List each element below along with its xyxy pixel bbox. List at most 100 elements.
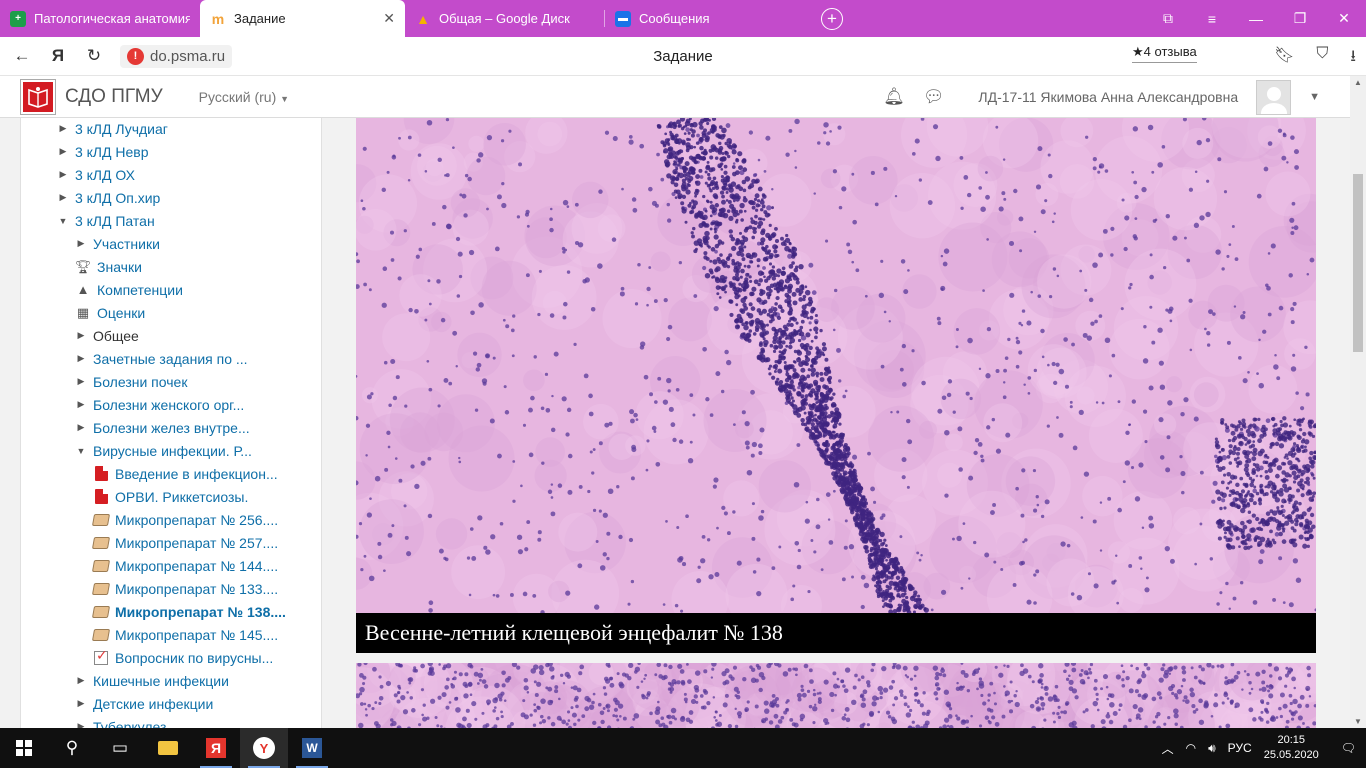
yandex-app-icon[interactable]: Я [192, 728, 240, 768]
notifications-bell-icon[interactable]: 🔔︎ [883, 87, 905, 107]
task-view-icon[interactable]: ▭ [96, 728, 144, 768]
windows-taskbar: ⚲ ▭ Я Y W ︿ ◠ 🔊︎ РУС 20:15 25.05.2020 🗨︎ [0, 728, 1366, 768]
navigation-block: ▶ 3 кЛД Лучдиаг ▶ 3 кЛД Невр ▶ 3 кЛД ОХ ▶ 3 кЛД… [20, 118, 322, 728]
expand-triangle-icon: ▶ [77, 238, 85, 248]
nav-item-label: Зачетные задания по ... [93, 350, 248, 367]
nav-item[interactable]: ▲ Компетенции [75, 278, 183, 301]
nav-item[interactable]: ОРВИ. Риккетсиозы. [93, 485, 248, 508]
protect-icon[interactable]: ⛉ [1316, 45, 1328, 72]
minimize-button[interactable]: — [1234, 11, 1278, 27]
nav-item-label: Микропрепарат № 256.... [115, 511, 279, 528]
nav-item[interactable]: Микропрепарат № 145.... [91, 623, 278, 646]
nav-item-label: Вопросник по вирусны... [115, 649, 274, 666]
yandex-browser-icon[interactable]: Y [240, 728, 288, 768]
system-tray: ︿ ◠ 🔊︎ РУС 20:15 25.05.2020 🗨︎ [1162, 728, 1366, 768]
file-explorer-icon[interactable] [144, 728, 192, 768]
messages-icon[interactable]: 💬︎ [923, 87, 945, 107]
user-menu-chevron-icon[interactable]: ▼ [1309, 91, 1320, 103]
site-logo[interactable] [21, 79, 55, 114]
site-name[interactable]: СДО ПГМУ [65, 86, 163, 108]
restore-button[interactable]: ❐ [1278, 10, 1322, 27]
nav-item-label: ОРВИ. Риккетсиозы. [115, 488, 249, 505]
nav-item[interactable]: ▼ Вирусные инфекции. Р... [75, 439, 252, 462]
nav-item[interactable]: ▶ Болезни желез внутре... [75, 416, 250, 439]
search-icon[interactable]: ⚲ [48, 728, 96, 768]
download-icon[interactable]: ⭳ [1350, 45, 1356, 72]
lesson-icon [91, 581, 111, 597]
start-windows-icon[interactable] [0, 728, 48, 768]
browser-tab[interactable]: ▬ Сообщения [605, 0, 805, 37]
nav-item[interactable]: ▶ 3 кЛД ОХ [57, 163, 135, 186]
address-bar: ← Я ↻ ! do.psma.ru Задание ★4 отзыва 🔖︎ … [0, 37, 1366, 76]
expand-triangle-icon: ▶ [77, 330, 85, 340]
url-field[interactable]: ! do.psma.ru [120, 44, 233, 68]
nav-item[interactable]: ▼ 3 кЛД Патан [57, 209, 155, 232]
menu-icon[interactable]: ≡ [1190, 11, 1234, 27]
expand-triangle-icon: ▶ [77, 721, 85, 728]
scroll-up-arrow-icon[interactable]: ▲ [1350, 78, 1366, 87]
nav-item-label: 3 кЛД Лучдиаг [75, 120, 168, 137]
network-icon[interactable]: ◠ [1186, 741, 1196, 755]
nav-item[interactable]: Микропрепарат № 144.... [91, 554, 278, 577]
clock[interactable]: 20:15 25.05.2020 [1264, 733, 1319, 763]
nav-item[interactable]: Микропрепарат № 257.... [91, 531, 279, 554]
nav-item[interactable]: Вопросник по вирусны... [93, 646, 273, 669]
nav-item-label: Оценки [97, 304, 146, 321]
show-hidden-icons-chevron-icon[interactable]: ︿ [1162, 740, 1174, 757]
yandex-logo-icon[interactable]: Я [40, 46, 76, 66]
input-language[interactable]: РУС [1228, 741, 1252, 755]
browser-tab[interactable]: + Патологическая анатомия [0, 0, 200, 37]
bookmark-icon[interactable]: 🔖︎ [1274, 45, 1294, 72]
chevron-down-icon: ▼ [280, 93, 290, 104]
close-window-button[interactable]: ✕ [1322, 10, 1366, 27]
nav-item[interactable]: Микропрепарат № 138.... [91, 600, 286, 623]
back-button[interactable]: ← [4, 46, 40, 66]
nav-item[interactable]: 🏆︎ Значки [75, 255, 142, 278]
nav-item[interactable]: ▶ 3 кЛД Лучдиаг [57, 118, 168, 140]
reload-button[interactable]: ↻ [76, 46, 112, 66]
notifications-icon[interactable]: 🗨︎ [1341, 741, 1356, 755]
tab-title: Патологическая анатомия [34, 11, 190, 26]
reviews-link[interactable]: ★4 отзыва [1132, 44, 1197, 63]
nav-item-label: Микропрепарат № 133.... [115, 580, 279, 597]
browser-tab-strip: + Патологическая анатомия m Задание ✕ ▲ Общая … [0, 0, 1366, 37]
word-app-icon[interactable]: W [288, 728, 336, 768]
security-warning-icon[interactable]: ! [127, 47, 144, 65]
nav-item[interactable]: Микропрепарат № 256.... [91, 508, 279, 531]
nav-item[interactable]: ▶ Кишечные инфекции [75, 669, 229, 692]
scrollbar-thumb[interactable] [1353, 174, 1363, 352]
browser-tab[interactable]: ▲ Общая – Google Диск [405, 0, 605, 37]
nav-item[interactable]: ▶ Болезни почек [75, 370, 188, 393]
new-tab-button[interactable]: + [821, 8, 843, 30]
page-scrollbar[interactable]: ▲ ▼ [1350, 76, 1366, 728]
avatar[interactable] [1256, 79, 1292, 115]
language-menu[interactable]: Русский (ru) ▼ [199, 89, 289, 105]
nav-item[interactable]: ▶ Болезни женского орг... [75, 393, 245, 416]
nav-item[interactable]: Микропрепарат № 133.... [91, 577, 279, 600]
nav-item-label: Введение в инфекцион... [115, 465, 278, 482]
volume-icon[interactable]: 🔊︎ [1208, 741, 1216, 756]
nav-item[interactable]: ▶ Участники [75, 232, 160, 255]
nav-item[interactable]: ▦ Оценки [75, 301, 145, 324]
tabs-overview-icon[interactable]: ⧉ [1146, 10, 1190, 27]
scroll-down-arrow-icon[interactable]: ▼ [1350, 717, 1366, 726]
nav-item[interactable]: ▶ Детские инфекции [75, 692, 214, 715]
browser-tab[interactable]: m Задание ✕ [200, 0, 405, 37]
nav-item[interactable]: ▶ Общее [75, 324, 139, 347]
lesson-icon [91, 558, 111, 574]
tab-title: Общая – Google Диск [439, 11, 570, 26]
nav-item-label: Болезни желез внутре... [93, 419, 250, 436]
nav-item[interactable]: ▶ Зачетные задания по ... [75, 347, 248, 370]
nav-item-label: Микропрепарат № 257.... [115, 534, 279, 551]
collapse-triangle-icon: ▼ [76, 445, 86, 456]
tab-list: + Патологическая анатомия m Задание ✕ ▲ Общая … [0, 0, 805, 37]
user-name[interactable]: ЛД-17-11 Якимова Анна Александровна [978, 89, 1238, 105]
nav-item-label: 3 кЛД Патан [75, 212, 155, 229]
nav-item-label: Микропрепарат № 138.... [115, 603, 286, 620]
nav-item[interactable]: ▶ Туберкулез [75, 715, 167, 729]
nav-item-label: Болезни почек [93, 373, 188, 390]
close-tab-icon[interactable]: ✕ [383, 10, 395, 27]
nav-item[interactable]: ▶ 3 кЛД Оп.хир [57, 186, 161, 209]
nav-item[interactable]: Введение в инфекцион... [93, 462, 278, 485]
nav-item[interactable]: ▶ 3 кЛД Невр [57, 140, 149, 163]
